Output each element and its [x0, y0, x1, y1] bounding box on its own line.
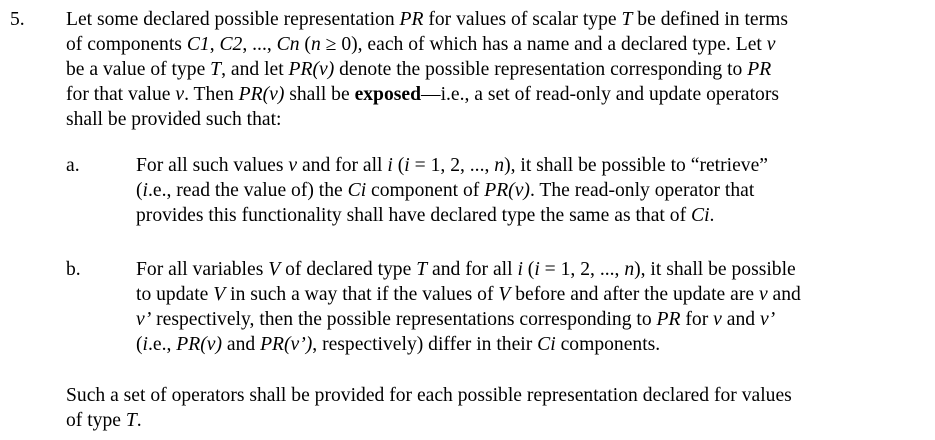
intro-paragraph: Let some declared possible representatio…	[66, 7, 926, 132]
sub-item-line: For all variables V of declared type T a…	[136, 259, 796, 280]
sub-item-line: (i.e., PR(v) and PR(v’), respectively) d…	[136, 334, 661, 355]
intro-line: be a value of type T, and let PR(v) deno…	[66, 59, 772, 80]
closing-line: of type T.	[66, 410, 142, 431]
intro-line: of components C1, C2, ..., Cn (n ≥ 0), e…	[66, 34, 776, 55]
intro-line: Let some declared possible representatio…	[66, 9, 789, 30]
item-number: 5.	[10, 9, 25, 30]
sub-item-a-text: For all such values v and for all i (i =…	[136, 153, 926, 228]
sub-item-b-label: b.	[66, 259, 81, 280]
intro-line: for that value v. Then PR(v) shall be ex…	[66, 84, 779, 105]
sub-item-b-text: For all variables V of declared type T a…	[136, 257, 926, 357]
closing-paragraph: Such a set of operators shall be provide…	[66, 383, 926, 433]
sub-item-line: (i.e., read the value of) the Ci compone…	[136, 180, 755, 201]
sub-item-line: provides this functionality shall have d…	[136, 205, 715, 226]
sub-item-a-label: a.	[66, 155, 80, 176]
closing-line: Such a set of operators shall be provide…	[66, 385, 792, 406]
sub-item-line: v’ respectively, then the possible repre…	[136, 309, 776, 330]
sub-item-line: For all such values v and for all i (i =…	[136, 155, 768, 176]
sub-item-line: to update V in such a way that if the va…	[136, 284, 801, 305]
intro-line: shall be provided such that:	[66, 109, 282, 130]
